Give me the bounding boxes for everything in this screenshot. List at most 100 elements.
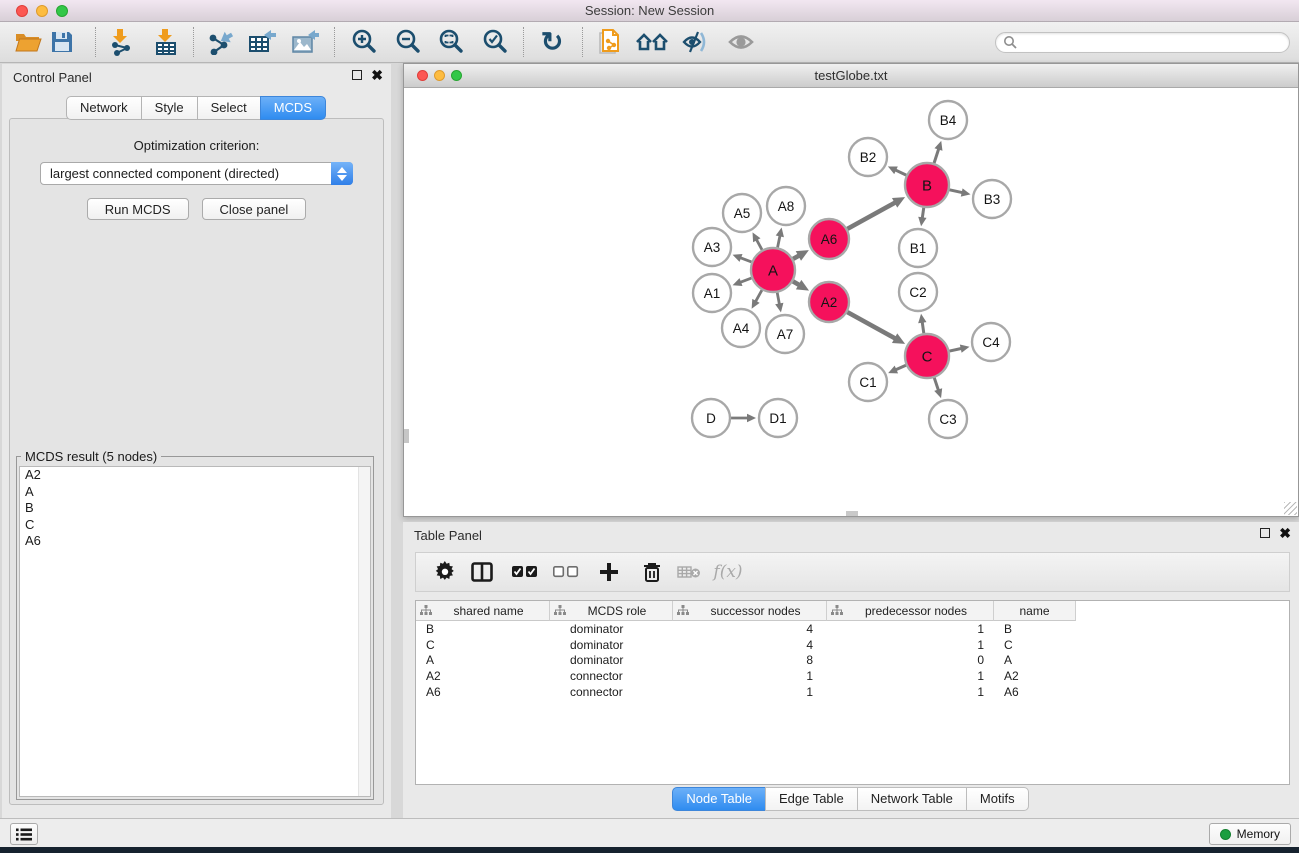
network-minimize-button[interactable] [434,70,445,81]
optimization-criterion-dropdown[interactable]: largest connected component (directed) [40,162,353,185]
column-header-predecessor-nodes[interactable]: predecessor nodes [827,601,994,621]
close-panel-button[interactable]: Close panel [202,198,307,220]
cell-successor-nodes: 8 [673,653,827,667]
cell-shared-name: A [416,653,550,667]
column-header-successor-nodes[interactable]: successor nodes [673,601,827,621]
vertical-scrollbar-mark[interactable] [404,429,409,443]
minimize-window-button[interactable] [36,5,48,17]
tab-network[interactable]: Network [66,96,142,120]
show-columns-icon[interactable] [467,557,497,587]
open-folder-icon[interactable] [11,25,45,59]
task-history-button[interactable] [10,823,38,845]
export-network-icon[interactable] [203,25,237,59]
optimization-criterion-label: Optimization criterion: [10,138,383,153]
cell-predecessor-nodes: 1 [827,622,994,636]
cell-shared-name: A6 [416,685,550,699]
tab-style[interactable]: Style [141,96,198,120]
edge-arrowhead-icon [918,217,926,227]
network-close-button[interactable] [417,70,428,81]
tab-motifs[interactable]: Motifs [966,787,1029,811]
select-all-icon[interactable] [510,557,540,587]
zoom-out-icon[interactable] [391,25,425,59]
edge-arrowhead-icon [934,388,942,398]
settings-gear-icon[interactable] [430,557,460,587]
mcds-result-item[interactable]: C [20,517,370,534]
graph-node-label: C1 [859,375,876,390]
import-network-icon[interactable] [104,25,138,59]
export-table-icon[interactable] [245,25,279,59]
graph-node-label: B1 [910,241,927,256]
search-icon [1003,35,1017,49]
run-mcds-button[interactable]: Run MCDS [87,198,189,220]
cell-predecessor-nodes: 1 [827,685,994,699]
network-window-title: testGlobe.txt [815,68,888,83]
mcds-result-item[interactable]: A6 [20,533,370,550]
memory-button[interactable]: Memory [1209,823,1291,845]
show-graphics-details-icon[interactable] [724,25,758,59]
mcds-result-item[interactable]: B [20,500,370,517]
mcds-result-item[interactable]: A2 [20,467,370,484]
mcds-result-list[interactable]: A2ABCA6 [19,466,371,797]
column-header-shared-name[interactable]: shared name [416,601,550,621]
home-icon[interactable] [635,25,669,59]
zoom-fit-icon[interactable] [434,25,468,59]
delete-column-icon[interactable] [637,557,667,587]
graph-node-label: A [768,262,778,279]
import-table-icon[interactable] [149,25,183,59]
table-row[interactable]: A2connector11A2 [416,668,1289,684]
network-window-titlebar[interactable]: testGlobe.txt [404,64,1298,88]
horizontal-scrollbar-mark[interactable] [846,511,858,516]
dropdown-stepper-icon[interactable] [331,162,353,185]
new-network-from-file-icon[interactable] [593,25,627,59]
memory-label: Memory [1237,827,1280,841]
zoom-selected-icon[interactable] [478,25,512,59]
cell-MCDS-role: connector [550,669,673,683]
tab-edge-table[interactable]: Edge Table [765,787,858,811]
edge-arrowhead-icon [961,188,971,196]
graph-edge-A2-C [847,312,897,339]
deselect-all-icon[interactable] [551,557,581,587]
node-table: shared nameMCDS rolesuccessor nodesprede… [415,600,1290,785]
cell-successor-nodes: 4 [673,638,827,652]
cell-MCDS-role: dominator [550,622,673,636]
search-field[interactable] [995,32,1290,53]
float-table-panel-icon[interactable] [1260,528,1270,538]
network-canvas[interactable]: B4B2BB3A5A8A6A3B1AA1A2C2A4A7C4CC1DD1C3 [404,89,1298,516]
refresh-icon[interactable]: ↻ [535,25,569,59]
column-header-name[interactable]: name [994,601,1076,621]
network-maximize-button[interactable] [451,70,462,81]
add-column-icon[interactable] [594,557,624,587]
table-body: Bdominator41BCdominator41CAdominator80AA… [416,621,1289,699]
close-window-button[interactable] [16,5,28,17]
export-image-icon[interactable] [288,25,322,59]
column-header-MCDS-role[interactable]: MCDS role [550,601,673,621]
mcds-result-item[interactable]: A [20,484,370,501]
maximize-window-button[interactable] [56,5,68,17]
tab-select[interactable]: Select [197,96,261,120]
edge-arrowhead-icon [776,228,784,238]
tab-node-table[interactable]: Node Table [672,787,766,811]
resize-grip-icon[interactable] [1284,502,1297,515]
float-panel-icon[interactable] [352,70,362,80]
table-row[interactable]: Cdominator41C [416,637,1289,653]
graph-node-label: C2 [909,285,926,300]
header-filler [1076,601,1289,621]
table-row[interactable]: Bdominator41B [416,621,1289,637]
search-input[interactable] [1017,34,1289,51]
graph-node-label: D [706,411,716,426]
list-icon [16,828,32,841]
save-icon[interactable] [45,25,79,59]
tab-network-table[interactable]: Network Table [857,787,967,811]
toolbar-separator [334,27,335,57]
graph-node-label: A4 [733,321,750,336]
table-row[interactable]: Adominator80A [416,652,1289,668]
network-graph[interactable]: B4B2BB3A5A8A6A3B1AA1A2C2A4A7C4CC1DD1C3 [404,89,1298,516]
result-scrollbar[interactable] [358,467,370,796]
close-panel-icon[interactable]: ✖ [371,70,383,80]
close-table-panel-icon[interactable]: ✖ [1279,528,1291,538]
zoom-in-icon[interactable] [347,25,381,59]
tab-mcds[interactable]: MCDS [260,96,326,120]
hide-graphics-details-icon[interactable] [678,25,712,59]
table-row[interactable]: A6connector11A6 [416,684,1289,700]
cell-successor-nodes: 1 [673,669,827,683]
